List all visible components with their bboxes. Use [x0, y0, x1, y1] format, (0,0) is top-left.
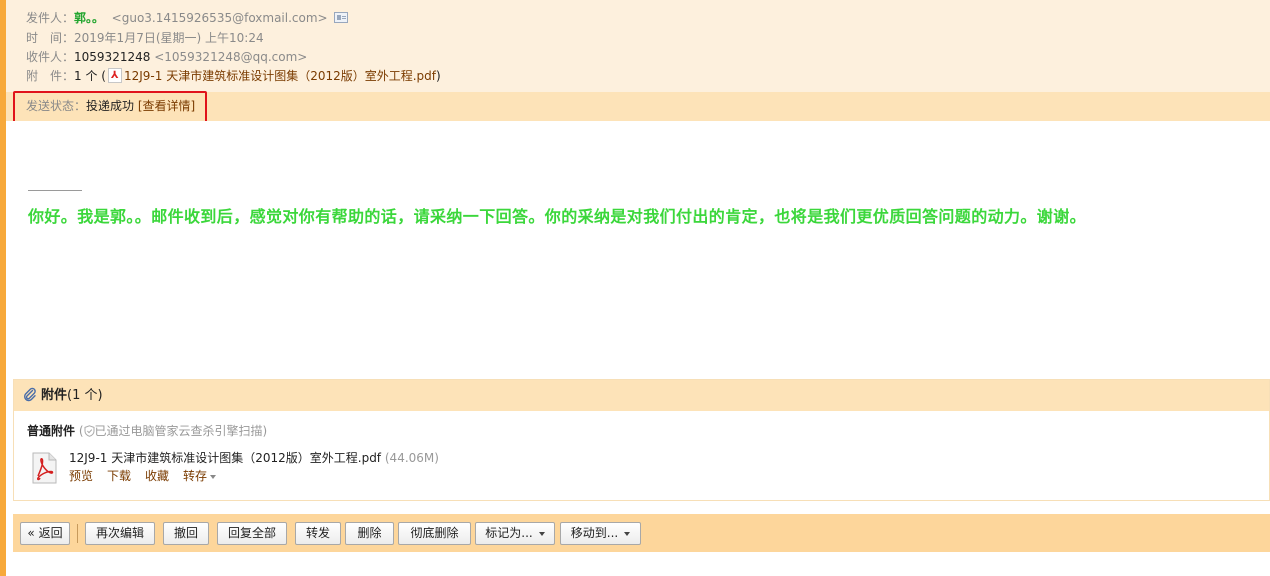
pdf-file-icon[interactable]	[30, 452, 58, 484]
forward-button[interactable]: 转发	[295, 522, 341, 545]
attachments-panel: 附件(1 个) 普通附件 (已通过电脑管家云查杀引擎扫描) 12J9-1 天津市…	[13, 379, 1270, 501]
attachments-title-label: 附件	[41, 388, 68, 403]
mark-as-dropdown[interactable]: 标记为...	[475, 522, 555, 545]
shield-check-icon	[84, 424, 95, 437]
reply-all-button[interactable]: 回复全部	[217, 522, 287, 545]
attachments-count: (1 个)	[67, 388, 103, 403]
paperclip-icon	[24, 387, 36, 402]
sender-name[interactable]: 郭。。	[74, 11, 104, 25]
favorite-link[interactable]: 收藏	[145, 469, 169, 483]
chevron-down-icon	[624, 531, 631, 536]
attachment-row: 附 件：1 个 (⅄ 12J9-1 天津市建筑标准设计图集（2012版）室外工程.…	[26, 67, 441, 85]
attachment-kind: 普通附件 (已通过电脑管家云查杀引擎扫描)	[27, 423, 267, 439]
contact-card-icon[interactable]	[333, 12, 348, 23]
recipient-email[interactable]: <1059321248@qq.com>	[154, 50, 307, 64]
attachment-kind-label: 普通附件	[27, 424, 76, 438]
mail-body: 你好。我是郭。。邮件收到后，感觉对你有帮助的话，请采纳一下回答。你的采纳是对我们…	[6, 121, 1270, 377]
time-label: 时 间：	[26, 31, 75, 45]
toolbar-divider	[77, 524, 78, 543]
delete-button[interactable]: 删除	[345, 522, 394, 545]
attachment-count: 1 个 (	[74, 69, 106, 83]
mail-body-text: 你好。我是郭。。邮件收到后，感觉对你有帮助的话，请采纳一下回答。你的采纳是对我们…	[28, 207, 1087, 226]
back-button[interactable]: « 返回	[20, 522, 70, 545]
scan-status: 已通过电脑管家云查杀引擎扫描	[94, 424, 263, 438]
attachment-file-name[interactable]: 12J9-1 天津市建筑标准设计图集（2012版）室外工程.pdf (44.06…	[69, 450, 439, 466]
save-to-label: 转存	[183, 469, 208, 483]
download-link[interactable]: 下载	[107, 469, 131, 483]
reedit-button[interactable]: 再次编辑	[85, 522, 155, 545]
move-to-label: 移动到...	[570, 526, 619, 540]
sender-email[interactable]: <guo3.1415926535@foxmail.com>	[112, 11, 328, 25]
save-to-link[interactable]: 转存	[183, 469, 217, 483]
attachment-label: 附 件：	[26, 69, 75, 83]
mail-header: 发件人：郭。。 <guo3.1415926535@foxmail.com> 时 …	[6, 0, 1270, 92]
attachment-file-size: (44.06M)	[384, 451, 439, 465]
recipient-label: 收件人：	[26, 50, 75, 64]
recipient-row: 收件人：1059321248 <1059321248@qq.com>	[26, 48, 307, 66]
signature-divider	[28, 190, 82, 191]
sender-row: 发件人：郭。。 <guo3.1415926535@foxmail.com>	[26, 9, 348, 27]
scan-close: )	[262, 424, 268, 438]
chevron-down-icon	[210, 474, 217, 479]
sender-label: 发件人：	[26, 11, 75, 25]
preview-link[interactable]: 预览	[69, 469, 93, 483]
attachment-actions: 预览 下载 收藏 转存	[69, 468, 230, 484]
recipient-name[interactable]: 1059321248	[74, 50, 150, 64]
attachments-title: 附件(1 个)	[41, 388, 103, 404]
move-to-dropdown[interactable]: 移动到...	[560, 522, 641, 545]
attachment-close: )	[436, 69, 441, 83]
time-row: 时 间：2019年1月7日(星期一) 上午10:24	[26, 29, 264, 47]
recall-button[interactable]: 撤回	[163, 522, 209, 545]
chevron-down-icon	[538, 531, 545, 536]
time-value: 2019年1月7日(星期一) 上午10:24	[74, 31, 264, 45]
mark-as-label: 标记为...	[485, 526, 533, 540]
attachments-header: 附件(1 个)	[14, 380, 1269, 411]
action-toolbar: « 返回 再次编辑 撤回 回复全部 转发 删除 彻底删除 标记为... 移动到.…	[13, 514, 1270, 552]
attachment-link[interactable]: 12J9-1 天津市建筑标准设计图集（2012版）室外工程.pdf	[124, 69, 436, 83]
pdf-file-icon: ⅄	[107, 68, 122, 83]
delete-permanently-button[interactable]: 彻底删除	[398, 522, 471, 545]
attachment-file-title[interactable]: 12J9-1 天津市建筑标准设计图集（2012版）室外工程.pdf	[69, 451, 381, 465]
